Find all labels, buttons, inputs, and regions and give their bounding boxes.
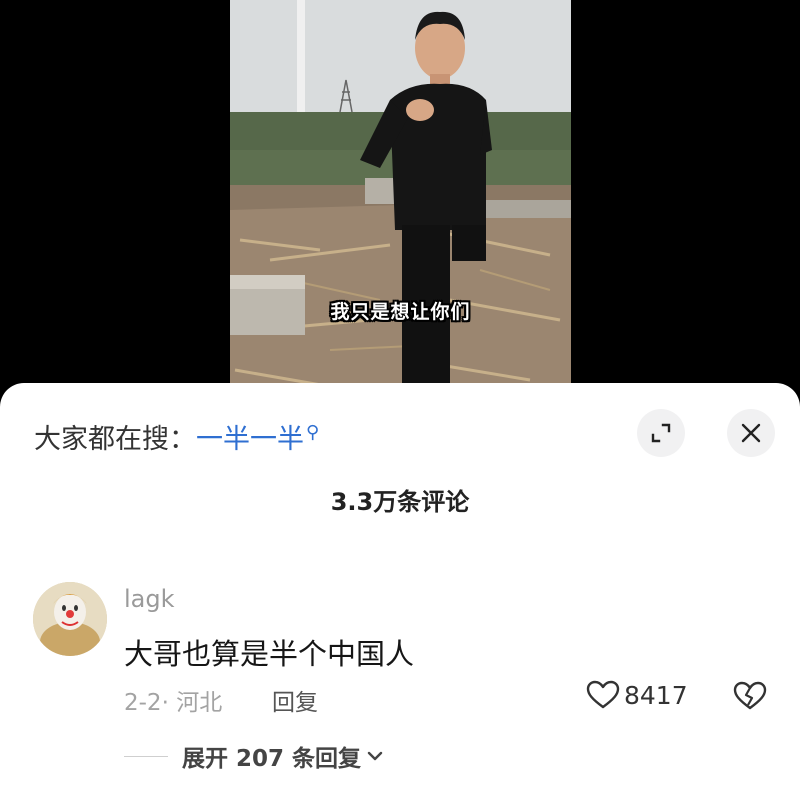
video-subtitle: 我只是想让你们 [330, 301, 471, 323]
heart-icon [586, 680, 620, 709]
expand-replies-button[interactable]: 展开 207 条回复 [124, 739, 383, 773]
comment-username[interactable]: lagk [124, 585, 175, 613]
expand-replies-label: 展开 207 条回复 [182, 746, 362, 772]
search-keyword-link[interactable]: 一半一半 [196, 424, 304, 455]
comment-sheet: 大家都在搜：一半一半 ⚲ 3.3万条评论 lagk 大哥也算是半个中国人 2-2·… [0, 383, 800, 799]
trending-search-hint[interactable]: 大家都在搜：一半一半 ⚲ [34, 417, 319, 456]
chevron-down-icon [367, 751, 383, 761]
comment-text[interactable]: 大哥也算是半个中国人 [124, 631, 414, 673]
video-player[interactable]: 我只是想让你们 [0, 0, 800, 400]
comment-date-location: 2-2· 河北 [124, 690, 223, 716]
search-hint-prefix: 大家都在搜： [34, 424, 196, 455]
clown-avatar-image [33, 582, 107, 656]
close-icon [741, 423, 761, 443]
like-count: 8417 [624, 680, 688, 710]
expand-icon [651, 423, 671, 443]
close-button[interactable] [727, 409, 775, 457]
divider-line [124, 755, 168, 757]
expand-button[interactable] [637, 409, 685, 457]
search-icon: ⚲ [306, 422, 320, 443]
like-button[interactable]: 8417 [586, 680, 688, 710]
reply-button[interactable]: 回复 [272, 683, 318, 717]
comment-count-title: 3.3万条评论 [330, 488, 470, 516]
video-scene-image [230, 0, 571, 400]
avatar[interactable] [33, 582, 107, 656]
dislike-button[interactable] [733, 681, 767, 715]
video-frame[interactable]: 我只是想让你们 [230, 0, 571, 400]
broken-heart-icon [733, 681, 767, 710]
